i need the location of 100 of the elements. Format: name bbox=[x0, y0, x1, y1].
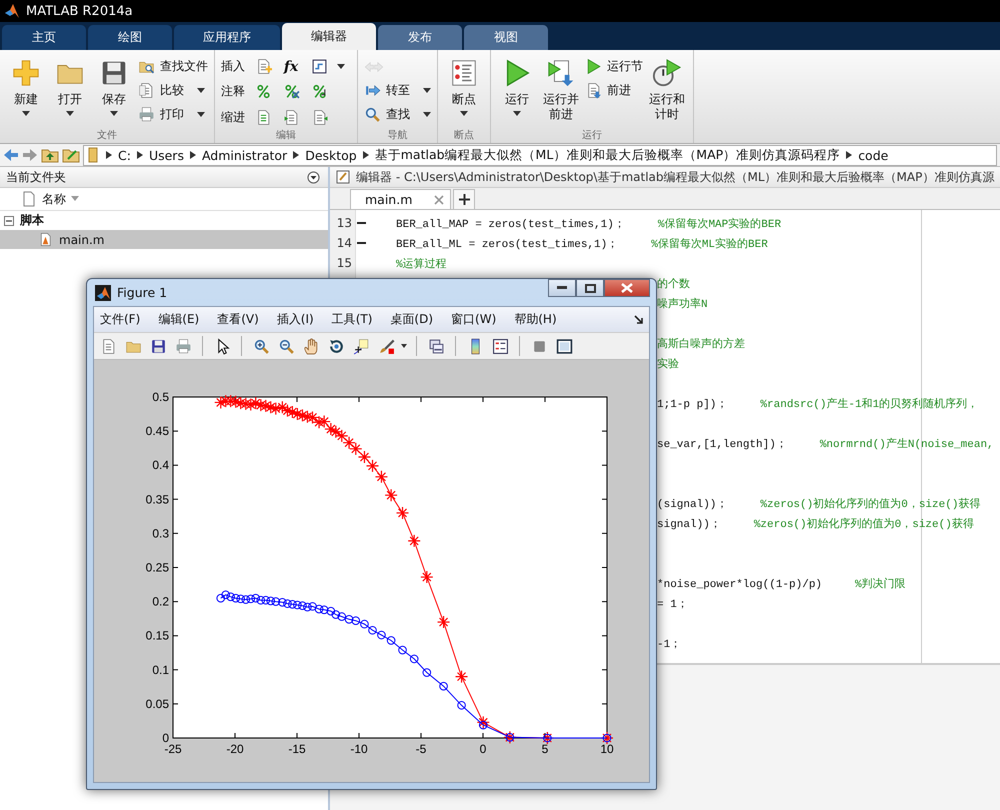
data-marker bbox=[221, 590, 230, 600]
code-comment: %运算过程 bbox=[396, 258, 447, 270]
data-marker bbox=[298, 601, 307, 610]
code-comment: %zeros()初始化序列的值为0，size()获得 bbox=[754, 518, 974, 530]
minimize-button[interactable] bbox=[548, 279, 576, 297]
y-tick-label: 0.1 bbox=[152, 662, 169, 677]
menu-item[interactable]: 查看(V) bbox=[217, 311, 259, 328]
toolstrip-button[interactable]: 运行并前进 bbox=[541, 54, 581, 128]
section-title: 运行 bbox=[581, 128, 603, 143]
toolstrip-button[interactable]: 查找 bbox=[364, 104, 431, 125]
toolstrip-button[interactable]: 运行和计时 bbox=[647, 54, 687, 128]
new-tab-button[interactable] bbox=[453, 189, 476, 209]
function-button[interactable]: fx bbox=[281, 56, 301, 77]
path-segment[interactable]: Users bbox=[148, 148, 184, 162]
data-marker bbox=[296, 408, 310, 422]
file-tab[interactable]: main.m bbox=[350, 189, 452, 209]
ribbon-tab[interactable]: 主页 bbox=[2, 25, 86, 50]
line-number: 13 bbox=[336, 216, 352, 230]
sort-caret-icon bbox=[70, 195, 80, 203]
data-marker bbox=[318, 414, 331, 428]
path-segment[interactable]: code bbox=[858, 148, 888, 162]
data-marker bbox=[454, 670, 468, 684]
data-marker bbox=[239, 397, 252, 410]
toolstrip-button[interactable]: 比较 bbox=[138, 80, 208, 101]
code-text: signal))； bbox=[657, 518, 721, 530]
data-marker bbox=[303, 602, 312, 612]
menu-item[interactable]: 文件(F) bbox=[100, 311, 140, 328]
data-marker bbox=[408, 534, 421, 548]
data-marker bbox=[306, 410, 320, 424]
menu-item[interactable]: 插入(I) bbox=[276, 311, 314, 328]
path-segment[interactable]: 基于matlab编程最大似然（ML）准则和最大后验概率（MAP）准则仿真源码程序 bbox=[374, 146, 840, 164]
forward-icon[interactable] bbox=[22, 147, 38, 163]
percent-icon bbox=[254, 83, 272, 100]
code-text: 1;1-p p])； bbox=[657, 398, 728, 410]
code-text: -1； bbox=[657, 638, 682, 650]
menu-item[interactable]: 帮助(H) bbox=[514, 311, 557, 328]
data-marker bbox=[242, 595, 250, 604]
ribbon-tab[interactable]: 应用程序 bbox=[174, 25, 280, 50]
chevron-icon bbox=[362, 151, 369, 159]
ribbon-tab[interactable]: 绘图 bbox=[88, 25, 172, 50]
toolstrip-button[interactable]: 断点 bbox=[444, 54, 484, 128]
stopwatch-icon bbox=[652, 58, 682, 88]
maximize-button[interactable] bbox=[576, 279, 604, 297]
file-item[interactable]: main.m bbox=[0, 230, 328, 249]
data-marker bbox=[324, 422, 338, 436]
y-tick-label: 0.45 bbox=[146, 424, 169, 438]
code-comment: 高斯白噪声的方差 bbox=[657, 338, 745, 350]
up-folder-icon[interactable] bbox=[41, 147, 59, 163]
name-column-header[interactable]: 名称 bbox=[42, 190, 80, 208]
data-marker bbox=[320, 605, 328, 614]
path-segment[interactable]: Desktop bbox=[305, 148, 357, 162]
data-marker bbox=[332, 610, 340, 619]
window-icon bbox=[556, 338, 572, 354]
code-comment: %判决门限 bbox=[855, 578, 906, 590]
close-icon[interactable] bbox=[434, 194, 444, 204]
toolstrip-button[interactable]: 打开 bbox=[50, 54, 90, 128]
browse-folder-icon[interactable] bbox=[62, 147, 80, 163]
menu-item[interactable]: 工具(T) bbox=[332, 311, 372, 328]
x-tick-label: -10 bbox=[350, 742, 368, 756]
ribbon-tab[interactable]: 编辑器 bbox=[282, 23, 376, 50]
toolstrip-button[interactable]: 查找文件 bbox=[138, 56, 208, 77]
close-button[interactable] bbox=[604, 279, 650, 297]
data-marker bbox=[335, 429, 348, 442]
collapse-icon[interactable] bbox=[4, 216, 14, 226]
data-marker bbox=[342, 436, 356, 450]
menu-item[interactable]: 桌面(D) bbox=[390, 311, 434, 328]
path-segment[interactable]: Administrator bbox=[202, 148, 288, 162]
dock-arrow-icon[interactable] bbox=[634, 315, 643, 324]
run-section-icon bbox=[585, 58, 602, 75]
caret-icon[interactable] bbox=[401, 344, 407, 348]
toolstrip-button[interactable]: 前进 bbox=[585, 80, 643, 101]
path-segment[interactable]: C: bbox=[118, 148, 131, 162]
toolstrip-button[interactable]: 转至 bbox=[364, 80, 431, 101]
window-title: MATLAB R2014a bbox=[26, 4, 133, 18]
toolstrip-button[interactable]: 运行节 bbox=[585, 56, 643, 77]
data-marker bbox=[264, 400, 278, 414]
line-number: 15 bbox=[336, 256, 352, 270]
data-marker bbox=[286, 405, 300, 419]
chevron-icon bbox=[293, 151, 300, 159]
code-text: BER_all_MAP = zeros(test_times,1)； bbox=[396, 218, 625, 230]
ribbon-tab[interactable]: 发布 bbox=[378, 25, 462, 50]
data-marker bbox=[269, 402, 282, 416]
toolstrip-button[interactable]: 保存 bbox=[94, 54, 134, 128]
editor-icon bbox=[336, 170, 350, 184]
data-marker bbox=[396, 506, 410, 520]
toolstrip-button[interactable]: 新建 bbox=[6, 54, 46, 128]
toolstrip-button[interactable]: 打印 bbox=[138, 104, 208, 125]
menu-item[interactable]: 编辑(E) bbox=[158, 311, 200, 328]
toolbar-button[interactable] bbox=[490, 336, 510, 356]
menu-item[interactable]: 窗口(W) bbox=[451, 311, 496, 328]
ribbon-tab[interactable]: 视图 bbox=[464, 25, 548, 50]
x-tick-label: 10 bbox=[600, 742, 614, 756]
back-icon[interactable] bbox=[3, 147, 19, 163]
chevron-icon bbox=[136, 151, 143, 159]
chevron-icon bbox=[190, 151, 196, 159]
panel-menu-icon[interactable] bbox=[307, 170, 320, 184]
path-field[interactable]: C: Users Administrator Desktop 基于matlab编程最大似然（ML）准则和最大后验概率（MAP）准则仿真源码程序 code bbox=[83, 144, 997, 166]
tree-item[interactable]: 脚本 bbox=[0, 211, 328, 230]
zoom-out-icon bbox=[278, 338, 294, 354]
toolstrip-button[interactable]: 运行 bbox=[497, 54, 537, 128]
